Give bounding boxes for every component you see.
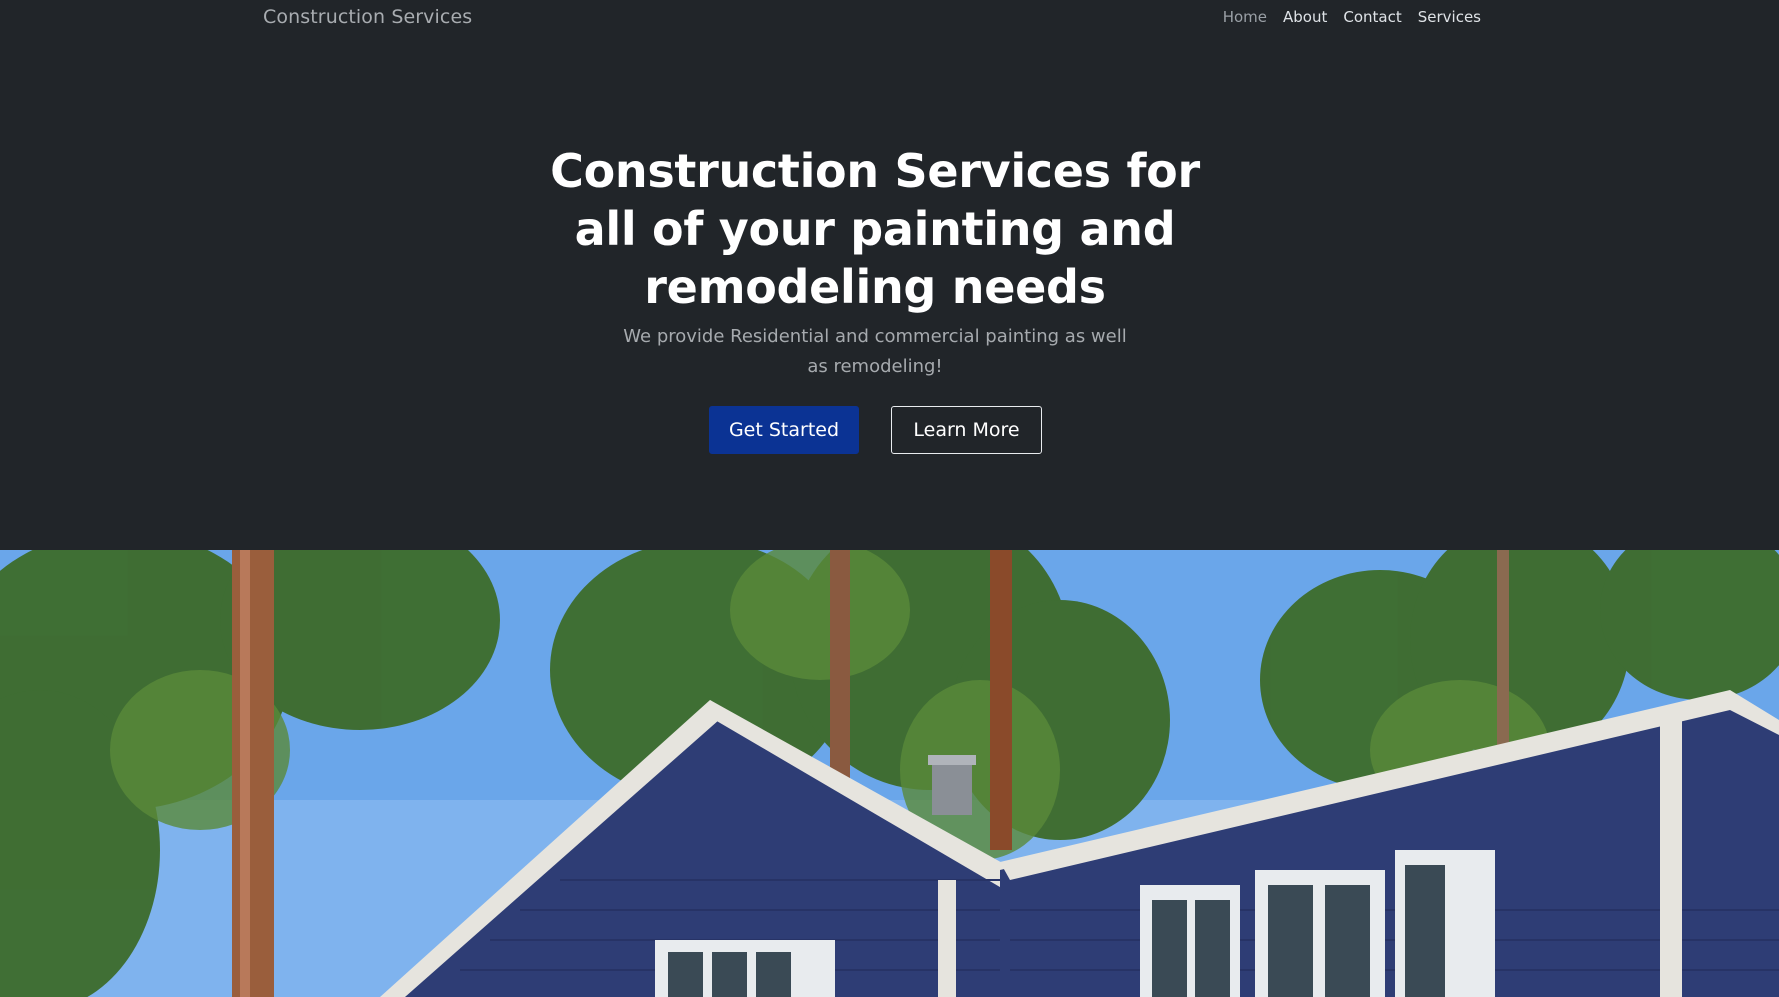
hero-subtitle: We provide Residential and commercial pa… xyxy=(623,326,1127,377)
hero-section: Construction Services for all of your pa… xyxy=(0,36,1779,550)
nav-link-about[interactable]: About xyxy=(1283,8,1327,26)
learn-more-button[interactable]: Learn More xyxy=(891,406,1042,454)
get-started-button[interactable]: Get Started xyxy=(709,406,859,454)
nav-link-home[interactable]: Home xyxy=(1223,8,1267,26)
navbar: Construction Services Home About Contact… xyxy=(0,0,1779,36)
nav-link-services[interactable]: Services xyxy=(1418,8,1481,26)
hero-title: Construction Services for all of your pa… xyxy=(550,144,1200,314)
nav-links: Home About Contact Services xyxy=(1223,8,1481,26)
house-photo xyxy=(0,550,1779,997)
nav-link-contact[interactable]: Contact xyxy=(1343,8,1401,26)
brand-logo-text[interactable]: Construction Services xyxy=(263,6,472,28)
